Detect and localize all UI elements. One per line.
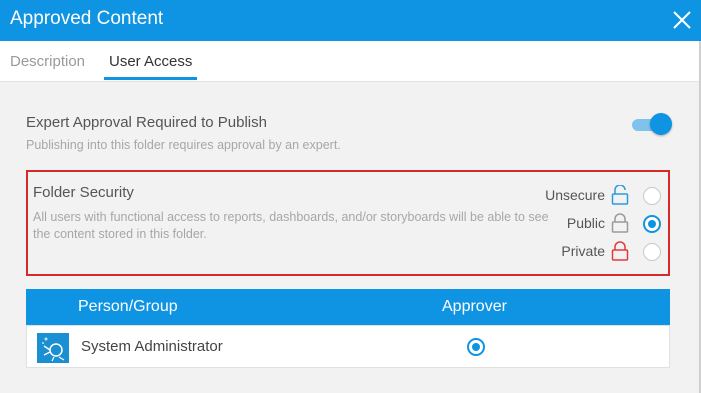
expert-approval-subtitle: Publishing into this folder requires app… <box>26 138 341 152</box>
dialog-title: Approved Content <box>10 8 164 29</box>
option-label-public: Public <box>566 215 605 231</box>
table-header: Person/Group Approver <box>26 289 670 325</box>
close-icon[interactable] <box>671 9 693 31</box>
tab-bar: Description User Access <box>0 41 701 82</box>
option-label-private: Private <box>561 243 605 259</box>
dialog-titlebar: Approved Content <box>0 0 701 41</box>
radio-private[interactable] <box>643 243 661 261</box>
lock-icon <box>611 213 629 233</box>
column-header-approver: Approver <box>442 298 507 315</box>
toggle-knob <box>650 113 672 135</box>
expert-approval-toggle[interactable] <box>632 113 672 135</box>
column-header-person-group: Person/Group <box>78 298 178 315</box>
folder-security-title: Folder Security <box>33 184 134 201</box>
radio-public[interactable] <box>643 215 661 233</box>
option-label-unsecure: Unsecure <box>545 187 605 203</box>
person-name: System Administrator <box>81 338 223 355</box>
folder-security-panel: Folder Security All users with functiona… <box>26 170 670 276</box>
lock-icon <box>611 241 629 261</box>
expert-approval-title: Expert Approval Required to Publish <box>26 114 267 131</box>
folder-security-description: All users with functional access to repo… <box>33 210 549 241</box>
tab-user-access[interactable]: User Access <box>104 53 198 80</box>
radio-unsecure[interactable] <box>643 187 661 205</box>
tab-description[interactable]: Description <box>10 53 85 80</box>
approved-content-dialog: Approved Content Description User Access… <box>0 0 701 393</box>
user-avatar-icon <box>37 333 69 363</box>
approver-radio[interactable] <box>467 338 485 356</box>
table-row: System Administrator <box>26 325 670 368</box>
unlocked-icon <box>611 185 629 205</box>
user-access-table: Person/Group Approver System Administrat… <box>26 289 670 369</box>
